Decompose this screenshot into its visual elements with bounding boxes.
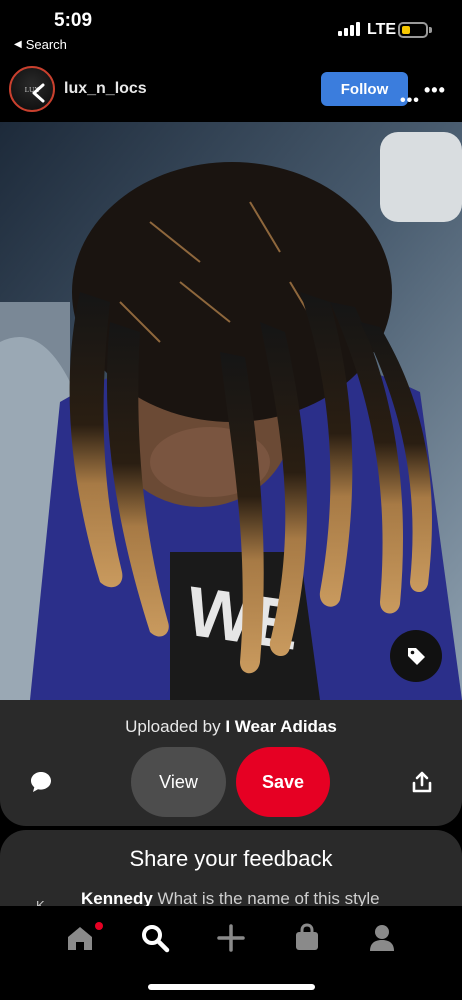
back-triangle-icon: ◀ bbox=[14, 39, 22, 50]
comment-author: Kennedy bbox=[81, 889, 153, 906]
comment-icon[interactable] bbox=[29, 770, 53, 794]
search-icon[interactable] bbox=[135, 918, 175, 958]
battery-icon bbox=[398, 22, 428, 38]
more-options-icon[interactable]: ••• bbox=[400, 92, 420, 110]
clock: 5:09 bbox=[54, 10, 93, 31]
signal-icon bbox=[338, 22, 360, 36]
uploaded-prefix: Uploaded by bbox=[125, 717, 221, 736]
network-label: LTE bbox=[367, 21, 397, 38]
plus-glyph bbox=[217, 924, 245, 952]
profile-icon[interactable] bbox=[362, 918, 402, 958]
battery-tip bbox=[429, 27, 432, 33]
follow-button[interactable]: Follow bbox=[321, 72, 408, 106]
shopping-bag-icon[interactable] bbox=[287, 918, 327, 958]
search-glyph bbox=[142, 925, 170, 953]
bag-glyph bbox=[296, 923, 318, 950]
tag-icon bbox=[408, 648, 425, 665]
more-icon[interactable]: ••• bbox=[424, 80, 446, 101]
back-chevron-icon[interactable] bbox=[28, 82, 50, 104]
home-icon[interactable] bbox=[60, 918, 100, 958]
uploaded-by-text: Uploaded by I Wear Adidas bbox=[0, 717, 462, 737]
comment-text: What is the name of this style bbox=[157, 889, 380, 906]
home-glyph bbox=[68, 927, 92, 950]
pin-header: LUX lux_n_locs Follow ••• ••• bbox=[0, 58, 462, 122]
bottom-nav bbox=[0, 906, 462, 1000]
comment-avatar-icon: K bbox=[36, 898, 45, 906]
plus-icon[interactable] bbox=[211, 918, 251, 958]
profile-glyph bbox=[370, 925, 394, 951]
view-button[interactable]: View bbox=[131, 747, 226, 817]
notification-dot bbox=[95, 922, 103, 930]
pin-actions-panel: Uploaded by I Wear Adidas View Save bbox=[0, 700, 462, 826]
username[interactable]: lux_n_locs bbox=[64, 80, 147, 98]
uploader-name[interactable]: I Wear Adidas bbox=[225, 717, 336, 736]
tag-button[interactable] bbox=[390, 630, 442, 682]
back-to-search-link[interactable]: ◀ Search bbox=[14, 37, 67, 52]
save-button[interactable]: Save bbox=[236, 747, 330, 817]
comment-preview[interactable]: Kennedy What is the name of this style bbox=[81, 889, 380, 906]
pin-photo[interactable]: WE bbox=[0, 122, 462, 700]
feedback-title: Share your feedback bbox=[129, 846, 333, 871]
home-indicator bbox=[148, 984, 315, 990]
feedback-section: Share your feedback Kennedy What is the … bbox=[0, 830, 462, 906]
status-bar: 5:09 ◀ Search LTE bbox=[0, 0, 462, 58]
hairstyle-photo: WE bbox=[0, 122, 462, 700]
share-icon[interactable] bbox=[410, 770, 434, 794]
back-label: Search bbox=[25, 37, 67, 52]
